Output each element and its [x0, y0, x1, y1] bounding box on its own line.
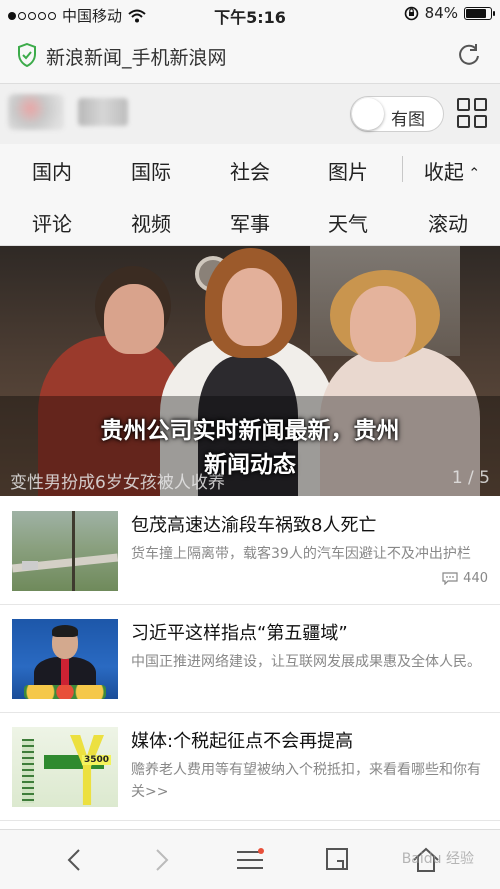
- tab-society[interactable]: 社会: [210, 156, 290, 185]
- hero-title-line-1: 贵州公司实时新闻最新，贵州: [100, 418, 400, 444]
- hero-banner[interactable]: 变性男扮成6岁女孩被人收养 1 / 5 贵州公司实时新闻最新，贵州 新闻动态: [0, 246, 500, 496]
- comment-count-value: 440: [463, 571, 488, 586]
- collapse-label: 收起: [423, 160, 464, 184]
- site-header: 有图: [0, 84, 500, 144]
- tab-commentary[interactable]: 评论: [12, 208, 92, 237]
- hero-photo-person-3-face: [350, 286, 416, 362]
- tab-international[interactable]: 国际: [111, 156, 191, 185]
- chevron-right-icon: [156, 849, 169, 871]
- tab-scrolling[interactable]: 滚动: [408, 208, 488, 237]
- chevron-up-icon: ⌃: [463, 165, 481, 182]
- battery-icon: [464, 6, 495, 20]
- watermark-logo: Baidu 经验: [401, 851, 474, 867]
- news-title[interactable]: 习近平这样指点“第五疆域”: [131, 619, 348, 645]
- menu-button[interactable]: [230, 842, 270, 878]
- tab-domestic[interactable]: 国内: [12, 156, 92, 185]
- news-title[interactable]: 包茂高速达渝段车祸致8人死亡: [131, 511, 376, 537]
- comment-count[interactable]: 440: [442, 571, 488, 586]
- notification-dot: [258, 848, 264, 854]
- browser-toolbar: Baidu 经验: [0, 829, 500, 889]
- comment-icon: [442, 572, 458, 585]
- news-item[interactable]: 习近平这样指点“第五疆域” 中国正推进网络建设，让互联网发展成果惠及全体人民。: [0, 605, 500, 713]
- toggle-knob: [352, 98, 384, 130]
- tabs-button[interactable]: [318, 842, 358, 878]
- collapse-button[interactable]: 收起 ⌃: [410, 156, 494, 185]
- nav-divider: [402, 156, 403, 182]
- category-nav: 国内 国际 社会 图片 收起 ⌃ 评论 视频 军事 天气 滚动: [0, 144, 500, 246]
- hero-photo-person-1-face: [104, 284, 164, 354]
- hero-title: 贵州公司实时新闻最新，贵州 新闻动态: [40, 414, 460, 482]
- tab-pictures[interactable]: 图片: [308, 156, 388, 185]
- hero-title-line-2: 新闻动态: [204, 452, 296, 478]
- news-thumbnail: 3500: [12, 727, 118, 807]
- hero-photo-person-2-face: [222, 268, 282, 346]
- news-item[interactable]: 包茂高速达渝段车祸致8人死亡 货车撞上隔离带，载客39人的汽车因避让不及冲出护栏…: [0, 497, 500, 605]
- thumbnail-tax-label: 3500: [82, 755, 112, 765]
- site-logo[interactable]: [8, 94, 64, 130]
- battery-percent: 84%: [424, 4, 458, 22]
- forward-button[interactable]: [142, 842, 182, 878]
- tab-weather[interactable]: 天气: [308, 208, 388, 237]
- page-title[interactable]: 新浪新闻_手机新浪网: [46, 43, 227, 70]
- address-bar[interactable]: 新浪新闻_手机新浪网: [0, 28, 500, 84]
- site-channel-logo[interactable]: [78, 98, 128, 126]
- news-item[interactable]: 3500 媒体:个税起征点不会再提高 赡养老人费用等有望被纳入个税抵扣，来看看哪…: [0, 713, 500, 821]
- reload-icon[interactable]: [456, 42, 482, 68]
- news-title[interactable]: 媒体:个税起征点不会再提高: [131, 727, 353, 753]
- news-thumbnail: [12, 619, 118, 699]
- battery-status: 84%: [404, 4, 495, 22]
- tab-video[interactable]: 视频: [111, 208, 191, 237]
- chevron-left-icon: [67, 849, 80, 871]
- news-thumbnail: [12, 511, 118, 591]
- toggle-label: 有图: [391, 110, 425, 130]
- tab-military[interactable]: 军事: [210, 208, 290, 237]
- grid-menu-icon[interactable]: [457, 98, 487, 128]
- orientation-lock-icon: [404, 6, 418, 20]
- image-mode-toggle[interactable]: 有图: [350, 96, 444, 132]
- secure-shield-icon: [18, 43, 36, 67]
- back-button[interactable]: [54, 842, 94, 878]
- status-bar: 中国移动 下午5:16 84%: [0, 0, 500, 28]
- tabs-icon: [326, 848, 348, 870]
- news-summary: 赡养老人费用等有望被纳入个税抵扣，来看看哪些和你有关>>: [131, 762, 481, 800]
- news-summary: 中国正推进网络建设，让互联网发展成果惠及全体人民。: [131, 654, 481, 670]
- news-summary: 货车撞上隔离带，载客39人的汽车因避让不及冲出护栏: [131, 546, 471, 562]
